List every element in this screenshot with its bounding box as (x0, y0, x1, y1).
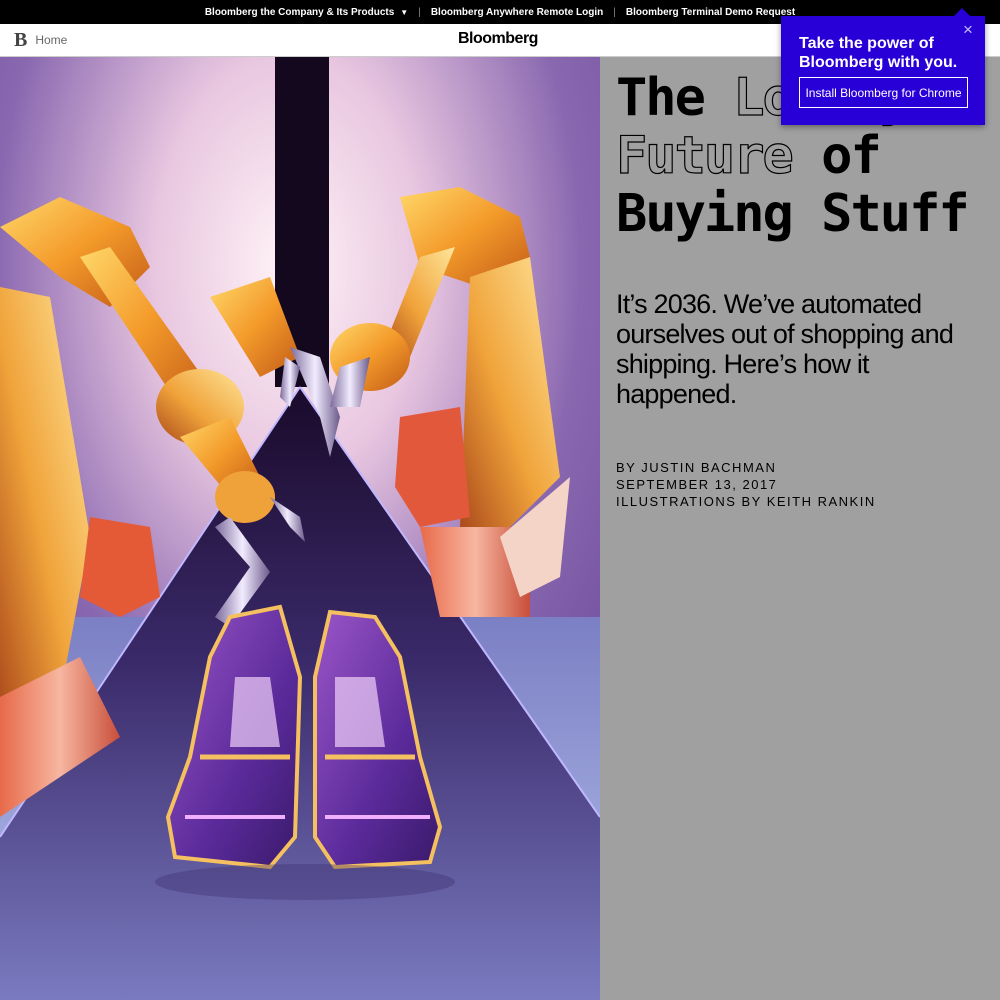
popup-title: Take the power of Bloomberg with you. (799, 35, 958, 71)
popup-pointer (953, 8, 971, 17)
install-extension-button[interactable]: Install Bloomberg for Chrome (799, 77, 968, 108)
remote-login-link[interactable]: Bloomberg Anywhere Remote Login (421, 7, 613, 18)
chrome-extension-popup: Take the power of Bloomberg with you. × … (781, 8, 985, 125)
article-header-panel: The Lonely Future of Buying Stuff It’s 2… (600, 57, 1000, 1000)
terminal-demo-link[interactable]: Bloomberg Terminal Demo Request (616, 7, 805, 18)
illustrator-credit: ILLUSTRATIONS BY KEITH RANKIN (616, 494, 876, 509)
company-products-label: Bloomberg the Company & Its Products (204, 6, 395, 18)
bloomberg-b-logo-icon: B (14, 29, 28, 51)
company-products-link[interactable]: Bloomberg the Company & Its Products ▼ (195, 7, 418, 18)
robot-arms-sneakers-illustration (0, 57, 600, 1000)
publish-date: SEPTEMBER 13, 2017 (616, 477, 778, 492)
article-dek: It’s 2036. We’ve automated ourselves out… (616, 289, 954, 409)
article-byline-block: BY JUSTIN BACHMAN SEPTEMBER 13, 2017 ILL… (616, 459, 876, 510)
headline-word-outline: Future (615, 126, 794, 186)
author-byline: BY JUSTIN BACHMAN (616, 460, 777, 475)
headline-word: The (616, 68, 706, 128)
home-link[interactable]: B Home (14, 30, 67, 50)
headline-word: of (821, 126, 882, 186)
caret-down-icon: ▼ (400, 7, 409, 17)
home-label: Home (35, 33, 68, 47)
bloomberg-wordmark[interactable]: Bloomberg (458, 30, 538, 48)
headline-line: Buying Stuff (616, 184, 970, 244)
close-icon[interactable]: × (963, 20, 973, 40)
hero-illustration (0, 57, 600, 1000)
